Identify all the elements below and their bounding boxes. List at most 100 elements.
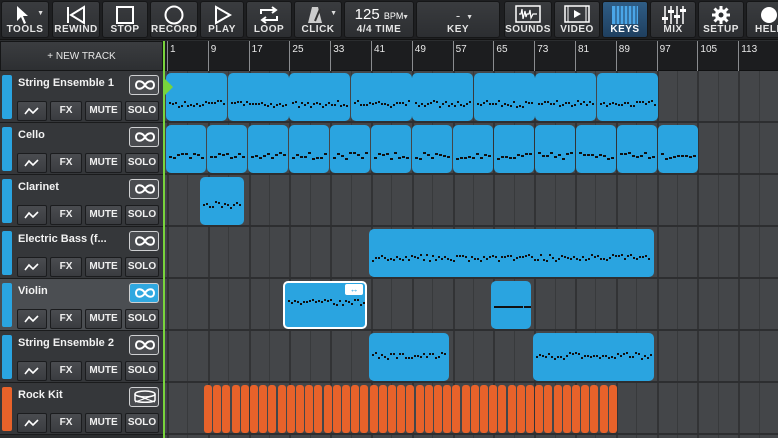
drum-clip[interactable] (231, 385, 240, 433)
midi-clip[interactable] (412, 73, 473, 121)
drum-clip[interactable] (296, 385, 304, 433)
help-button[interactable]: HELP (746, 1, 778, 38)
tools-button[interactable]: ▼ TOOLS (1, 1, 49, 38)
midi-clip[interactable] (576, 125, 616, 173)
midi-clip[interactable] (535, 125, 575, 173)
infinity-icon[interactable] (129, 75, 159, 95)
mute-button[interactable]: MUTE (85, 257, 122, 277)
mute-button[interactable]: MUTE (85, 205, 122, 225)
automation-button[interactable] (17, 205, 47, 225)
drum-clip[interactable] (222, 385, 231, 433)
playhead[interactable] (163, 41, 165, 438)
drum-clip[interactable] (443, 385, 452, 433)
drum-clip[interactable] (544, 385, 553, 433)
infinity-icon[interactable] (129, 335, 159, 355)
drum-clip[interactable] (434, 385, 442, 433)
automation-button[interactable] (17, 361, 47, 381)
midi-clip[interactable] (658, 125, 698, 173)
infinity-icon[interactable] (129, 179, 159, 199)
drum-clip[interactable] (268, 385, 277, 433)
drum-clip[interactable] (332, 385, 341, 433)
drum-clip[interactable] (526, 385, 534, 433)
fx-button[interactable]: FX (50, 205, 82, 225)
midi-clip[interactable] (248, 125, 288, 173)
drum-clip[interactable] (516, 385, 525, 433)
midi-clip[interactable] (207, 125, 247, 173)
drum-clip[interactable] (608, 385, 617, 433)
loop-button[interactable]: LOOP (246, 1, 292, 38)
drum-clip[interactable] (259, 385, 268, 433)
playhead-handle[interactable] (164, 78, 173, 96)
drum-clip[interactable] (406, 385, 415, 433)
track-header[interactable]: Electric Bass (f... FX MUTE SOLO (0, 227, 163, 279)
drum-clip[interactable] (277, 385, 286, 433)
track-name[interactable]: Electric Bass (f... (18, 233, 107, 245)
extend-arrow-icon[interactable]: ↔ (345, 284, 363, 295)
drum-clip[interactable] (342, 385, 350, 433)
solo-button[interactable]: SOLO (125, 205, 159, 225)
drum-clip[interactable] (461, 385, 470, 433)
midi-clip[interactable] (494, 125, 534, 173)
drum-clip[interactable] (323, 385, 332, 433)
track-name[interactable]: Cello (18, 129, 45, 141)
drum-clip[interactable] (369, 385, 378, 433)
drum-clip[interactable] (581, 385, 590, 433)
drum-clip[interactable] (213, 385, 222, 433)
midi-clip[interactable] (200, 177, 244, 225)
track-header[interactable]: Rock Kit FX MUTE SOLO (0, 383, 163, 435)
mute-button[interactable]: MUTE (85, 413, 122, 433)
drum-clip[interactable] (572, 385, 580, 433)
midi-clip[interactable] (371, 125, 411, 173)
fx-button[interactable]: FX (50, 153, 82, 173)
fx-button[interactable]: FX (50, 309, 82, 329)
midi-clip[interactable] (491, 281, 531, 329)
play-button[interactable]: PLAY (200, 1, 244, 38)
midi-clip[interactable] (533, 333, 654, 381)
fx-button[interactable]: FX (50, 101, 82, 121)
infinity-icon[interactable] (129, 231, 159, 251)
track-name[interactable]: String Ensemble 2 (18, 337, 114, 349)
midi-clip[interactable] (166, 125, 206, 173)
timeline-ruler[interactable]: 1 9 17 25 33 41 49 57 65 73 81 89 97 105 113 (163, 41, 778, 71)
mute-button[interactable]: MUTE (85, 153, 122, 173)
drum-clip[interactable] (351, 385, 360, 433)
drum-clip[interactable] (553, 385, 562, 433)
drum-clip[interactable] (305, 385, 314, 433)
drum-clip[interactable] (498, 385, 507, 433)
sounds-button[interactable]: SOUNDS (504, 1, 552, 38)
record-button[interactable]: RECORD (150, 1, 198, 38)
track-header[interactable]: String Ensemble 1 FX MUTE SOLO (0, 71, 163, 123)
mute-button[interactable]: MUTE (85, 101, 122, 121)
rewind-button[interactable]: REWIND (52, 1, 100, 38)
new-track-button[interactable]: + NEW TRACK (0, 41, 163, 71)
solo-button[interactable]: SOLO (125, 257, 159, 277)
setup-button[interactable]: SETUP (698, 1, 744, 38)
fx-button[interactable]: FX (50, 413, 82, 433)
midi-clip[interactable] (227, 73, 289, 121)
midi-clip[interactable] (535, 73, 596, 121)
drum-clip[interactable] (314, 385, 323, 433)
drum-clip[interactable] (250, 385, 258, 433)
drum-clip[interactable] (507, 385, 516, 433)
solo-button[interactable]: SOLO (125, 309, 159, 329)
midi-clip[interactable] (350, 73, 412, 121)
drum-clip[interactable] (415, 385, 424, 433)
track-header[interactable]: Cello FX MUTE SOLO (0, 123, 163, 175)
midi-clip[interactable] (453, 125, 493, 173)
track-name[interactable]: Clarinet (18, 181, 59, 193)
drum-clip[interactable] (562, 385, 571, 433)
drum-clip[interactable] (480, 385, 488, 433)
midi-clip[interactable] (596, 73, 658, 121)
automation-button[interactable] (17, 257, 47, 277)
tempo-button[interactable]: 125 BPM ▼ 4/4 TIME (344, 1, 414, 38)
automation-button[interactable] (17, 413, 47, 433)
mix-button[interactable]: MIX (650, 1, 696, 38)
stop-button[interactable]: STOP (102, 1, 148, 38)
drum-clip[interactable] (590, 385, 599, 433)
key-button[interactable]: - ▼ KEY (416, 1, 500, 38)
automation-button[interactable] (17, 309, 47, 329)
drum-clip[interactable] (424, 385, 433, 433)
drum-clip[interactable] (360, 385, 369, 433)
midi-clip[interactable] (330, 125, 370, 173)
drum-clip[interactable] (397, 385, 406, 433)
